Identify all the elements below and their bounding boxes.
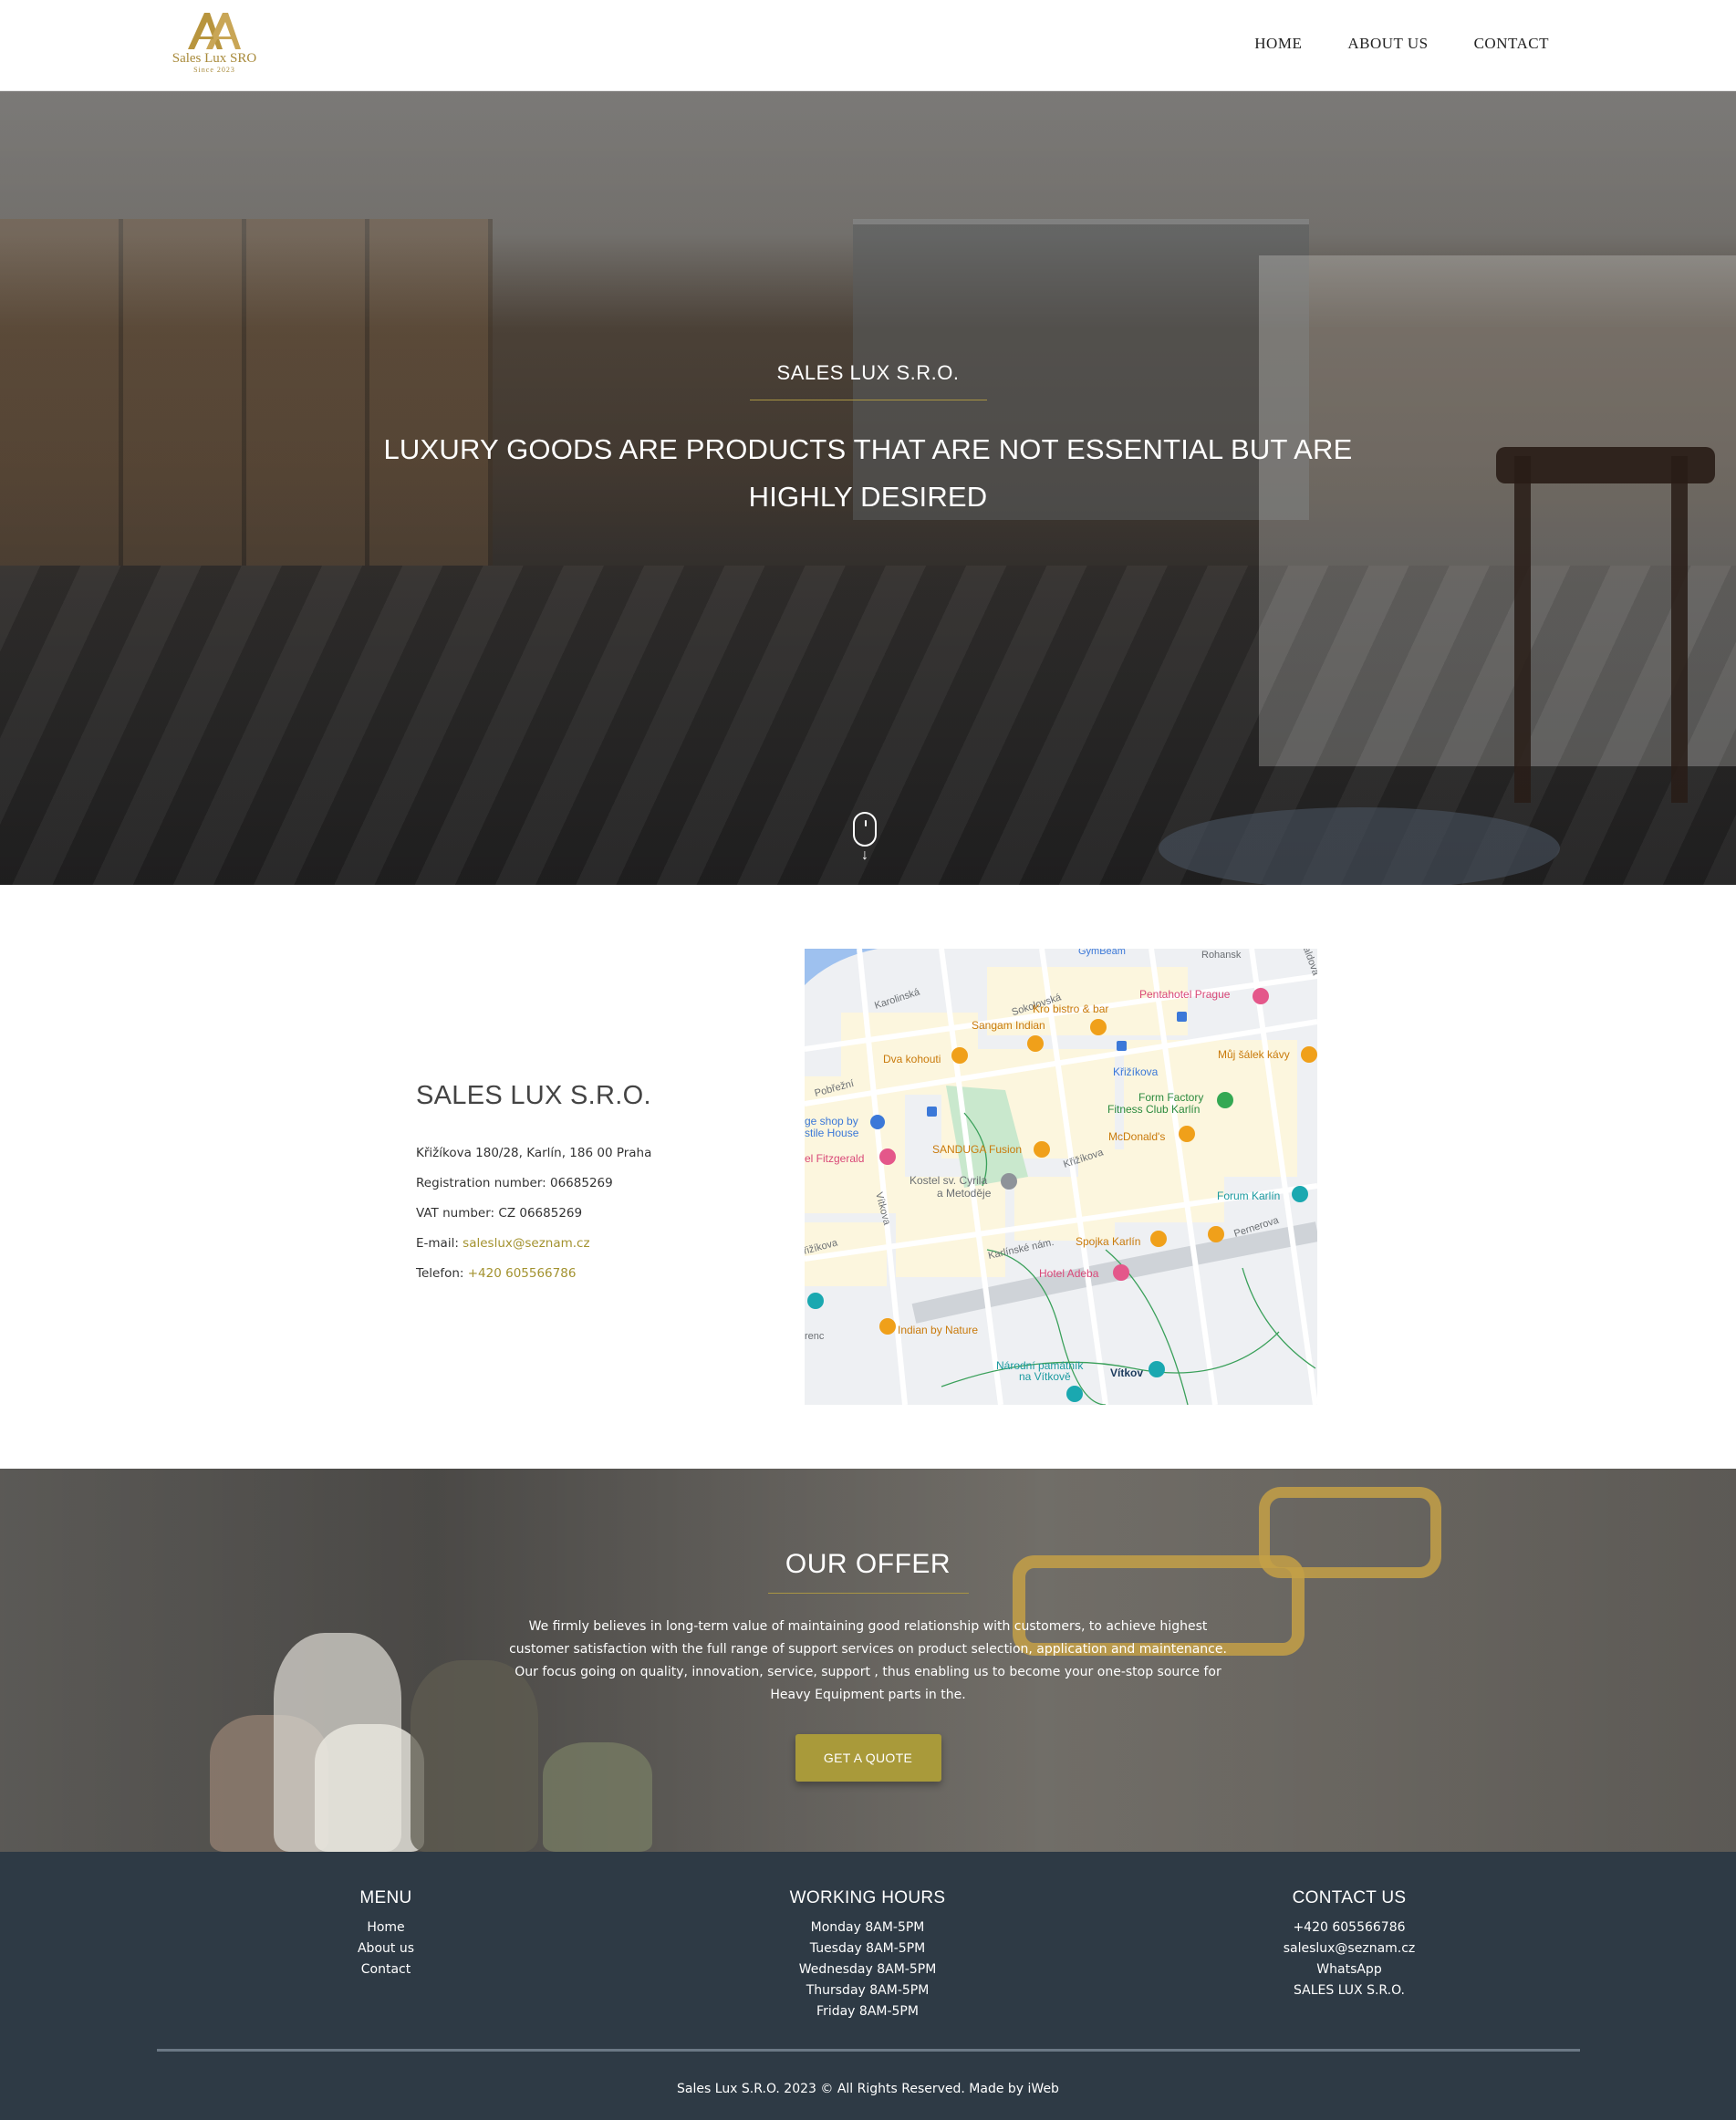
logo-since: Since 2023 (193, 66, 235, 74)
main-nav: HOME ABOUT US CONTACT (1209, 35, 1549, 53)
nav-home[interactable]: HOME (1254, 35, 1302, 53)
offer-section: OUR OFFER We firmly believes in long-ter… (0, 1469, 1736, 1852)
map-label-spojka: Spojka Karlín (1076, 1235, 1140, 1248)
map-label-form-factory-1: Form Factory (1138, 1091, 1203, 1104)
footer-email-link[interactable]: saleslux@seznam.cz (1212, 1938, 1486, 1959)
footer-company-name: SALES LUX S.R.O. (1293, 1983, 1405, 1998)
footer-contact: CONTACT US +420 605566786 saleslux@sezna… (1212, 1888, 1486, 2001)
hours-item: Tuesday 8AM-5PM (809, 1941, 926, 1956)
map-label-pentahotel: Pentahotel Prague (1139, 988, 1231, 1001)
site-footer: MENU Home About us Contact WORKING HOURS… (0, 1852, 1736, 2120)
mouse-wheel (865, 820, 867, 826)
vat-label: VAT number: (416, 1206, 495, 1221)
footer-menu: MENU Home About us Contact (249, 1888, 523, 1980)
copyright-text: Sales Lux S.R.O. 2023 © All Rights Reser… (677, 2082, 1059, 2096)
hours-item: Friday 8AM-5PM (816, 2004, 919, 2019)
nav-contact[interactable]: CONTACT (1474, 35, 1549, 53)
map-label-indian-nature: Indian by Nature (898, 1324, 978, 1336)
site-header: Sales Lux SRO Since 2023 HOME ABOUT US C… (0, 0, 1736, 91)
map-label-mcdonalds: McDonald's (1108, 1130, 1165, 1143)
mouse-scroll-icon[interactable] (853, 812, 877, 847)
company-vat: VAT number: CZ 06685269 (416, 1199, 744, 1229)
map-label-sanduga: SANDUGA Fusion (932, 1143, 1022, 1156)
hours-item: Thursday 8AM-5PM (806, 1983, 930, 1998)
offer-text: We firmly believes in long-term value of… (509, 1619, 1227, 1702)
map-label-hotel-adeba: Hotel Adeba (1039, 1267, 1099, 1280)
map-label-form-factory-2: Fitness Club Karlín (1107, 1103, 1200, 1116)
footer-menu-title: MENU (359, 1888, 412, 1907)
hero-plate (1159, 807, 1560, 885)
get-a-quote-button[interactable]: GET A QUOTE (795, 1734, 941, 1782)
map-label-forum: Forum Karlín (1217, 1190, 1280, 1202)
footer-whatsapp-link[interactable]: WhatsApp (1212, 1959, 1486, 1980)
offer-content: OUR OFFER We firmly believes in long-ter… (0, 1549, 1736, 1782)
logo-mark-icon (188, 13, 241, 49)
footer-link-contact[interactable]: Contact (249, 1959, 523, 1980)
map-label-shop-1: ge shop by (805, 1115, 858, 1128)
footer-divider (157, 2049, 1580, 2052)
location-map[interactable]: GymBeam Rohansk Šaldova Karolinská Sokol… (805, 949, 1317, 1405)
logo[interactable]: Sales Lux SRO Since 2023 (164, 9, 265, 82)
hours-item: Wednesday 8AM-5PM (798, 1962, 937, 1977)
arrow-down-icon[interactable]: ↓ (858, 848, 872, 863)
logo-text: Sales Lux SRO (172, 51, 257, 66)
map-label-kostel-1: Kostel sv. Cyrila (910, 1174, 987, 1187)
hero-section: SALES LUX S.R.O. LUXURY GOODS ARE PRODUC… (0, 91, 1736, 885)
offer-divider (767, 1593, 969, 1594)
map-label-fitzgerald: el Fitzgerald (805, 1152, 864, 1165)
nav-about-us[interactable]: ABOUT US (1347, 35, 1428, 53)
footer-phone-link[interactable]: +420 605566786 (1212, 1917, 1486, 1938)
company-title: SALES LUX S.R.O. (416, 1081, 651, 1110)
email-link[interactable]: saleslux@seznam.cz (463, 1236, 589, 1251)
map-label-rohanske: Rohansk (1201, 950, 1242, 961)
map-label-krizikova-metro: Křižíkova (1113, 1065, 1159, 1078)
offer-title: OUR OFFER (785, 1549, 951, 1579)
hours-item: Monday 8AM-5PM (810, 1920, 925, 1935)
map-label-muj-salek: Můj šálek kávy (1218, 1048, 1290, 1061)
map-label-vitkov: Vítkov (1110, 1367, 1143, 1379)
vat-value: CZ 06685269 (498, 1206, 583, 1221)
phone-link[interactable]: +420 605566786 (468, 1266, 577, 1281)
footer-hours: WORKING HOURS Monday 8AM-5PM Tuesday 8AM… (731, 1888, 1004, 2022)
map-label-narodni-2: na Vítkově (1019, 1370, 1071, 1383)
registration-value: 06685269 (550, 1176, 613, 1190)
footer-link-home[interactable]: Home (249, 1917, 523, 1938)
company-registration: Registration number: 06685269 (416, 1169, 744, 1199)
hero-title: LUXURY GOODS ARE PRODUCTS THAT ARE NOT E… (383, 433, 1353, 513)
map-label-dva-kohouti: Dva kohouti (883, 1053, 941, 1065)
hero-kicker: SALES LUX S.R.O. (776, 361, 960, 384)
footer-contact-title: CONTACT US (1292, 1888, 1407, 1907)
map-label-gymbeam: GymBeam (1078, 949, 1126, 957)
company-phone: Telefon: +420 605566786 (416, 1259, 744, 1289)
hero-content: SALES LUX S.R.O. LUXURY GOODS ARE PRODUC… (0, 361, 1736, 521)
footer-hours-title: WORKING HOURS (789, 1888, 946, 1907)
footer-link-about[interactable]: About us (249, 1938, 523, 1959)
map-label-sangam: Sangam Indian (972, 1019, 1045, 1032)
phone-label: Telefon: (416, 1266, 464, 1281)
company-address: Křižíkova 180/28, Karlín, 186 00 Praha (416, 1146, 652, 1160)
registration-label: Registration number: (416, 1176, 546, 1190)
email-label: E-mail: (416, 1236, 459, 1251)
map-label-kro-bistro: Kro bistro & bar (1033, 1003, 1108, 1015)
map-label-florenc: renc (805, 1331, 825, 1342)
company-info: SALES LUX S.R.O. Křižíkova 180/28, Karlí… (416, 1081, 744, 1289)
map-label-shop-2: stile House (805, 1127, 859, 1139)
map-label-kostel-2: a Metoděje (937, 1187, 992, 1200)
company-email: E-mail: saleslux@seznam.cz (416, 1229, 744, 1259)
